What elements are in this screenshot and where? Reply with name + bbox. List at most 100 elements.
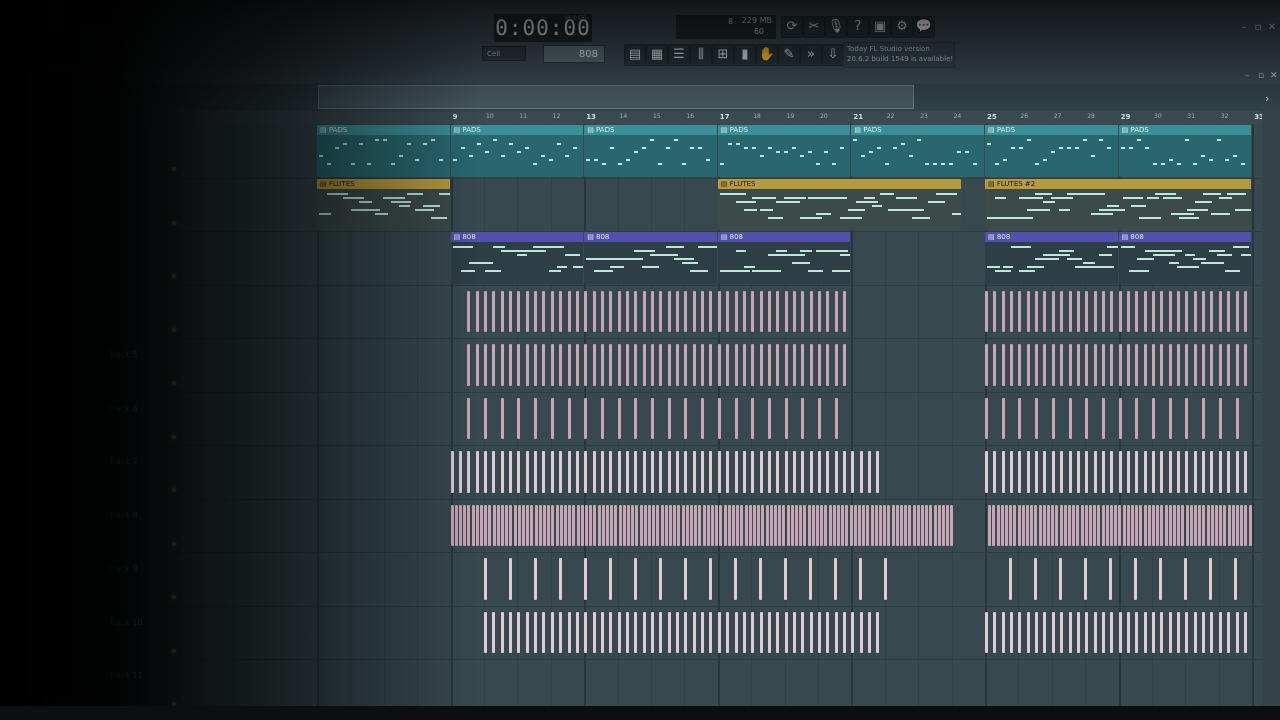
sample-clip[interactable] bbox=[993, 290, 997, 332]
sample-clip[interactable] bbox=[1122, 504, 1126, 546]
sample-clip[interactable] bbox=[834, 451, 838, 493]
sample-clip[interactable] bbox=[1051, 290, 1055, 332]
sample-clip[interactable] bbox=[985, 290, 988, 332]
sample-clip[interactable] bbox=[517, 504, 521, 546]
sample-clip[interactable] bbox=[767, 451, 771, 493]
sample-clip[interactable] bbox=[1101, 397, 1105, 439]
sample-clip[interactable] bbox=[609, 611, 613, 653]
sample-clip[interactable] bbox=[1043, 290, 1047, 332]
sample-clip[interactable] bbox=[1185, 344, 1189, 386]
sample-clip[interactable] bbox=[677, 504, 681, 546]
sample-clip[interactable] bbox=[614, 504, 618, 546]
sample-clip[interactable] bbox=[742, 611, 746, 653]
track-mute-led[interactable] bbox=[172, 381, 176, 385]
sample-clip[interactable] bbox=[692, 451, 696, 493]
sample-clip[interactable] bbox=[592, 611, 596, 653]
track-header[interactable] bbox=[105, 231, 180, 285]
sample-clip[interactable] bbox=[659, 344, 663, 386]
sample-clip[interactable] bbox=[1051, 397, 1055, 439]
sample-clip[interactable] bbox=[642, 611, 646, 653]
sample-clip[interactable] bbox=[1152, 397, 1155, 439]
sample-clip[interactable] bbox=[1110, 504, 1113, 546]
sample-clip[interactable] bbox=[698, 504, 702, 546]
sample-clip[interactable] bbox=[816, 504, 819, 546]
sample-clip[interactable] bbox=[634, 397, 638, 439]
sample-clip[interactable] bbox=[734, 290, 738, 332]
sample-clip[interactable] bbox=[492, 344, 496, 386]
sample-clip[interactable] bbox=[1152, 290, 1155, 332]
sample-clip[interactable] bbox=[1177, 451, 1181, 493]
sample-clip[interactable] bbox=[1030, 504, 1034, 546]
sample-clip[interactable] bbox=[742, 344, 746, 386]
chevron-right-icon[interactable]: › bbox=[1265, 92, 1269, 105]
sample-clip[interactable] bbox=[1042, 504, 1046, 546]
sample-clip[interactable] bbox=[992, 504, 996, 546]
sample-clip[interactable] bbox=[782, 504, 786, 546]
sample-clip[interactable] bbox=[767, 397, 771, 439]
sample-clip[interactable] bbox=[1202, 344, 1206, 386]
sample-clip[interactable] bbox=[879, 504, 882, 546]
sample-clip[interactable] bbox=[509, 290, 513, 332]
sample-clip[interactable] bbox=[1026, 344, 1030, 386]
sample-clip[interactable] bbox=[617, 290, 621, 332]
sample-clip[interactable] bbox=[534, 611, 538, 653]
sample-clip[interactable] bbox=[734, 344, 738, 386]
sample-clip[interactable] bbox=[801, 611, 805, 653]
sample-clip[interactable] bbox=[826, 344, 830, 386]
sample-clip[interactable] bbox=[1159, 558, 1162, 600]
sample-clip[interactable] bbox=[1218, 397, 1222, 439]
sample-clip[interactable] bbox=[684, 397, 688, 439]
sample-clip[interactable] bbox=[751, 451, 755, 493]
sample-clip[interactable] bbox=[568, 504, 572, 546]
sample-clip[interactable] bbox=[709, 290, 713, 332]
sample-clip[interactable] bbox=[769, 504, 773, 546]
sample-clip[interactable] bbox=[463, 504, 467, 546]
sample-clip[interactable] bbox=[584, 451, 588, 493]
sample-clip[interactable] bbox=[1185, 451, 1189, 493]
sample-clip[interactable] bbox=[559, 611, 563, 653]
sample-clip[interactable] bbox=[617, 397, 621, 439]
cut-icon[interactable]: ✂ bbox=[803, 16, 825, 38]
sample-clip[interactable] bbox=[651, 611, 654, 653]
sample-clip[interactable] bbox=[868, 451, 872, 493]
sample-clip[interactable] bbox=[547, 504, 551, 546]
sample-clip[interactable] bbox=[1143, 451, 1147, 493]
sample-clip[interactable] bbox=[744, 504, 748, 546]
808-clip[interactable]: ▤ 808 bbox=[584, 232, 717, 284]
sample-clip[interactable] bbox=[709, 558, 712, 600]
sample-clip[interactable] bbox=[534, 504, 538, 546]
sample-clip[interactable] bbox=[1001, 290, 1005, 332]
sample-clip[interactable] bbox=[625, 611, 629, 653]
sample-clip[interactable] bbox=[1210, 290, 1214, 332]
sample-clip[interactable] bbox=[792, 611, 796, 653]
sample-clip[interactable] bbox=[826, 611, 830, 653]
time-display[interactable]: 0:00:00 M:S:CS bbox=[494, 14, 592, 42]
sample-clip[interactable] bbox=[1210, 611, 1214, 653]
sample-clip[interactable] bbox=[858, 504, 861, 546]
sample-clip[interactable] bbox=[1202, 504, 1206, 546]
sample-clip[interactable] bbox=[1218, 344, 1222, 386]
sample-clip[interactable] bbox=[1215, 504, 1218, 546]
sample-clip[interactable] bbox=[809, 451, 813, 493]
sample-clip[interactable] bbox=[701, 611, 705, 653]
sample-clip[interactable] bbox=[1243, 451, 1247, 493]
sample-clip[interactable] bbox=[1060, 611, 1064, 653]
sample-clip[interactable] bbox=[719, 504, 723, 546]
sample-clip[interactable] bbox=[757, 504, 761, 546]
sample-clip[interactable] bbox=[1010, 290, 1014, 332]
sample-clip[interactable] bbox=[1101, 611, 1105, 653]
sample-clip[interactable] bbox=[706, 504, 710, 546]
sample-clip[interactable] bbox=[634, 558, 637, 600]
sample-clip[interactable] bbox=[1218, 451, 1222, 493]
help-icon[interactable]: ? bbox=[847, 16, 869, 38]
sample-clip[interactable] bbox=[1227, 290, 1231, 332]
sample-clip[interactable] bbox=[1043, 451, 1047, 493]
sample-clip[interactable] bbox=[786, 504, 790, 546]
sample-clip[interactable] bbox=[1013, 504, 1017, 546]
mic-icon[interactable]: 🎙 bbox=[825, 16, 847, 38]
track-header[interactable]: Track 7 bbox=[105, 445, 180, 499]
sample-clip[interactable] bbox=[1118, 397, 1122, 439]
sample-clip[interactable] bbox=[559, 558, 562, 600]
sample-clip[interactable] bbox=[784, 611, 788, 653]
sample-clip[interactable] bbox=[584, 611, 588, 653]
